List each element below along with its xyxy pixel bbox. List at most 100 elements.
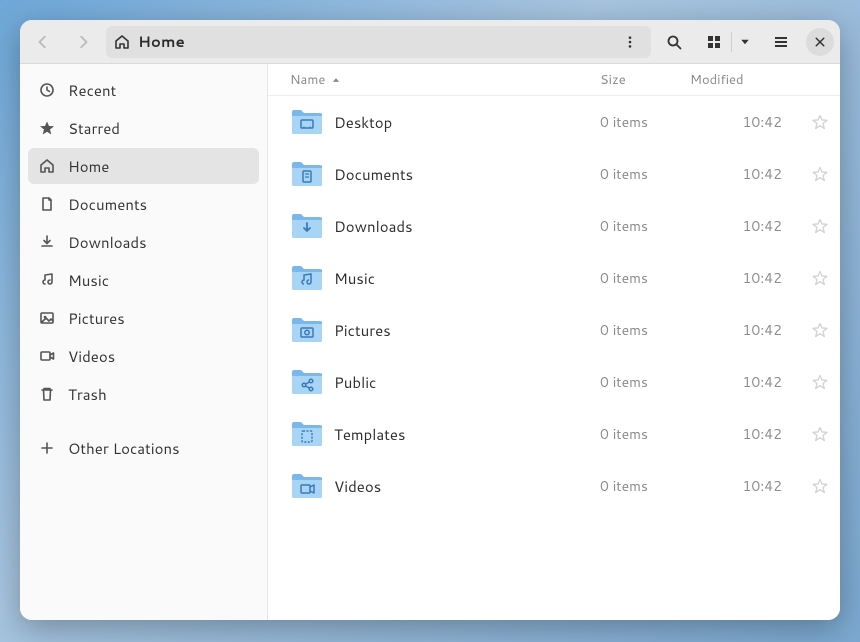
column-header-size[interactable]: Size	[600, 71, 690, 89]
download-icon	[38, 233, 56, 251]
folder-picture-icon	[290, 315, 324, 345]
folder-desktop-icon	[290, 107, 324, 137]
star-outline-icon	[812, 374, 828, 390]
back-button[interactable]	[26, 26, 60, 58]
file-name: Downloads	[334, 216, 600, 237]
sidebar-item-label: Pictures	[68, 308, 125, 329]
file-modified: 10:42	[690, 268, 800, 288]
file-size: 0 items	[600, 424, 690, 444]
chevron-left-icon	[36, 35, 50, 49]
home-icon	[38, 157, 56, 175]
close-icon	[814, 36, 826, 48]
video-icon	[38, 347, 56, 365]
kebab-icon	[623, 35, 637, 49]
column-headers: Name Size Modified	[268, 64, 840, 96]
sidebar-item-label: Downloads	[68, 232, 147, 253]
sidebar-item-recent[interactable]: Recent	[28, 72, 259, 108]
star-outline-icon	[812, 426, 828, 442]
sidebar-item-label: Recent	[68, 80, 116, 101]
sidebar-item-label: Music	[68, 270, 109, 291]
sidebar: Recent Starred Home Documents Downloads Music…	[20, 64, 268, 620]
file-size: 0 items	[600, 268, 690, 288]
star-outline-icon	[812, 322, 828, 338]
sidebar-item-music[interactable]: Music	[28, 262, 259, 298]
star-toggle[interactable]	[800, 270, 840, 286]
star-toggle[interactable]	[800, 478, 840, 494]
star-toggle[interactable]	[800, 218, 840, 234]
file-row[interactable]: Documents0 items10:42	[268, 148, 840, 200]
sidebar-item-pictures[interactable]: Pictures	[28, 300, 259, 336]
file-modified: 10:42	[690, 112, 800, 132]
close-button[interactable]	[806, 28, 834, 56]
file-rows: Desktop0 items10:42Documents0 items10:42…	[268, 96, 840, 620]
folder-share-icon	[290, 367, 324, 397]
sidebar-item-label: Documents	[68, 194, 147, 215]
sidebar-item-starred[interactable]: Starred	[28, 110, 259, 146]
file-size: 0 items	[600, 164, 690, 184]
file-modified: 10:42	[690, 164, 800, 184]
grid-view-button[interactable]	[697, 26, 731, 58]
sidebar-item-label: Home	[68, 156, 109, 177]
path-menu-button[interactable]	[617, 29, 643, 55]
folder-video-icon	[290, 471, 324, 501]
column-header-modified[interactable]: Modified	[690, 71, 800, 89]
window-body: Recent Starred Home Documents Downloads Music…	[20, 64, 840, 620]
header-bar: Home	[20, 20, 840, 64]
music-icon	[38, 271, 56, 289]
column-modified-label: Modified	[690, 71, 744, 89]
star-outline-icon	[812, 478, 828, 494]
forward-button[interactable]	[66, 26, 100, 58]
file-row[interactable]: Videos0 items10:42	[268, 460, 840, 512]
sidebar-item-other-locations[interactable]: Other Locations	[28, 430, 259, 466]
hamburger-icon	[773, 34, 789, 50]
file-name: Documents	[334, 164, 600, 185]
file-manager-window: Home RecentStarredHomeDocum	[20, 20, 840, 620]
sidebar-item-downloads[interactable]: Downloads	[28, 224, 259, 260]
file-name: Pictures	[334, 320, 600, 341]
file-size: 0 items	[600, 216, 690, 236]
star-toggle[interactable]	[800, 322, 840, 338]
column-header-name[interactable]: Name	[290, 71, 600, 89]
search-button[interactable]	[657, 26, 691, 58]
file-modified: 10:42	[690, 424, 800, 444]
file-row[interactable]: Music0 items10:42	[268, 252, 840, 304]
file-row[interactable]: Templates0 items10:42	[268, 408, 840, 460]
file-name: Videos	[334, 476, 600, 497]
sidebar-item-videos[interactable]: Videos	[28, 338, 259, 374]
sidebar-item-label: Trash	[68, 384, 107, 405]
folder-music-icon	[290, 263, 324, 293]
doc-icon	[38, 195, 56, 213]
file-row[interactable]: Public0 items10:42	[268, 356, 840, 408]
star-toggle[interactable]	[800, 374, 840, 390]
sidebar-item-documents[interactable]: Documents	[28, 186, 259, 222]
star-toggle[interactable]	[800, 166, 840, 182]
star-toggle[interactable]	[800, 114, 840, 130]
star-outline-icon	[812, 218, 828, 234]
path-bar[interactable]: Home	[106, 26, 651, 58]
folder-template-icon	[290, 419, 324, 449]
file-size: 0 items	[600, 476, 690, 496]
file-row[interactable]: Downloads0 items10:42	[268, 200, 840, 252]
folder-download-icon	[290, 211, 324, 241]
file-modified: 10:42	[690, 216, 800, 236]
folder-doc-icon	[290, 159, 324, 189]
view-options-button[interactable]	[732, 26, 758, 58]
home-icon	[114, 34, 130, 50]
hamburger-menu-button[interactable]	[764, 26, 798, 58]
file-modified: 10:42	[690, 320, 800, 340]
file-list-pane: Name Size Modified Desktop0 items10:42Do…	[268, 64, 840, 620]
star-toggle[interactable]	[800, 426, 840, 442]
file-row[interactable]: Desktop0 items10:42	[268, 96, 840, 148]
file-size: 0 items	[600, 372, 690, 392]
view-controls	[697, 26, 758, 58]
sidebar-item-home[interactable]: Home	[28, 148, 259, 184]
path-location-label: Home	[138, 31, 185, 52]
file-name: Public	[334, 372, 600, 393]
star-outline-icon	[812, 270, 828, 286]
file-row[interactable]: Pictures0 items10:42	[268, 304, 840, 356]
plus-icon	[38, 439, 56, 457]
sidebar-item-label: Other Locations	[68, 438, 180, 459]
clock-icon	[38, 81, 56, 99]
sidebar-item-trash[interactable]: Trash	[28, 376, 259, 412]
star-fill-icon	[38, 119, 56, 137]
